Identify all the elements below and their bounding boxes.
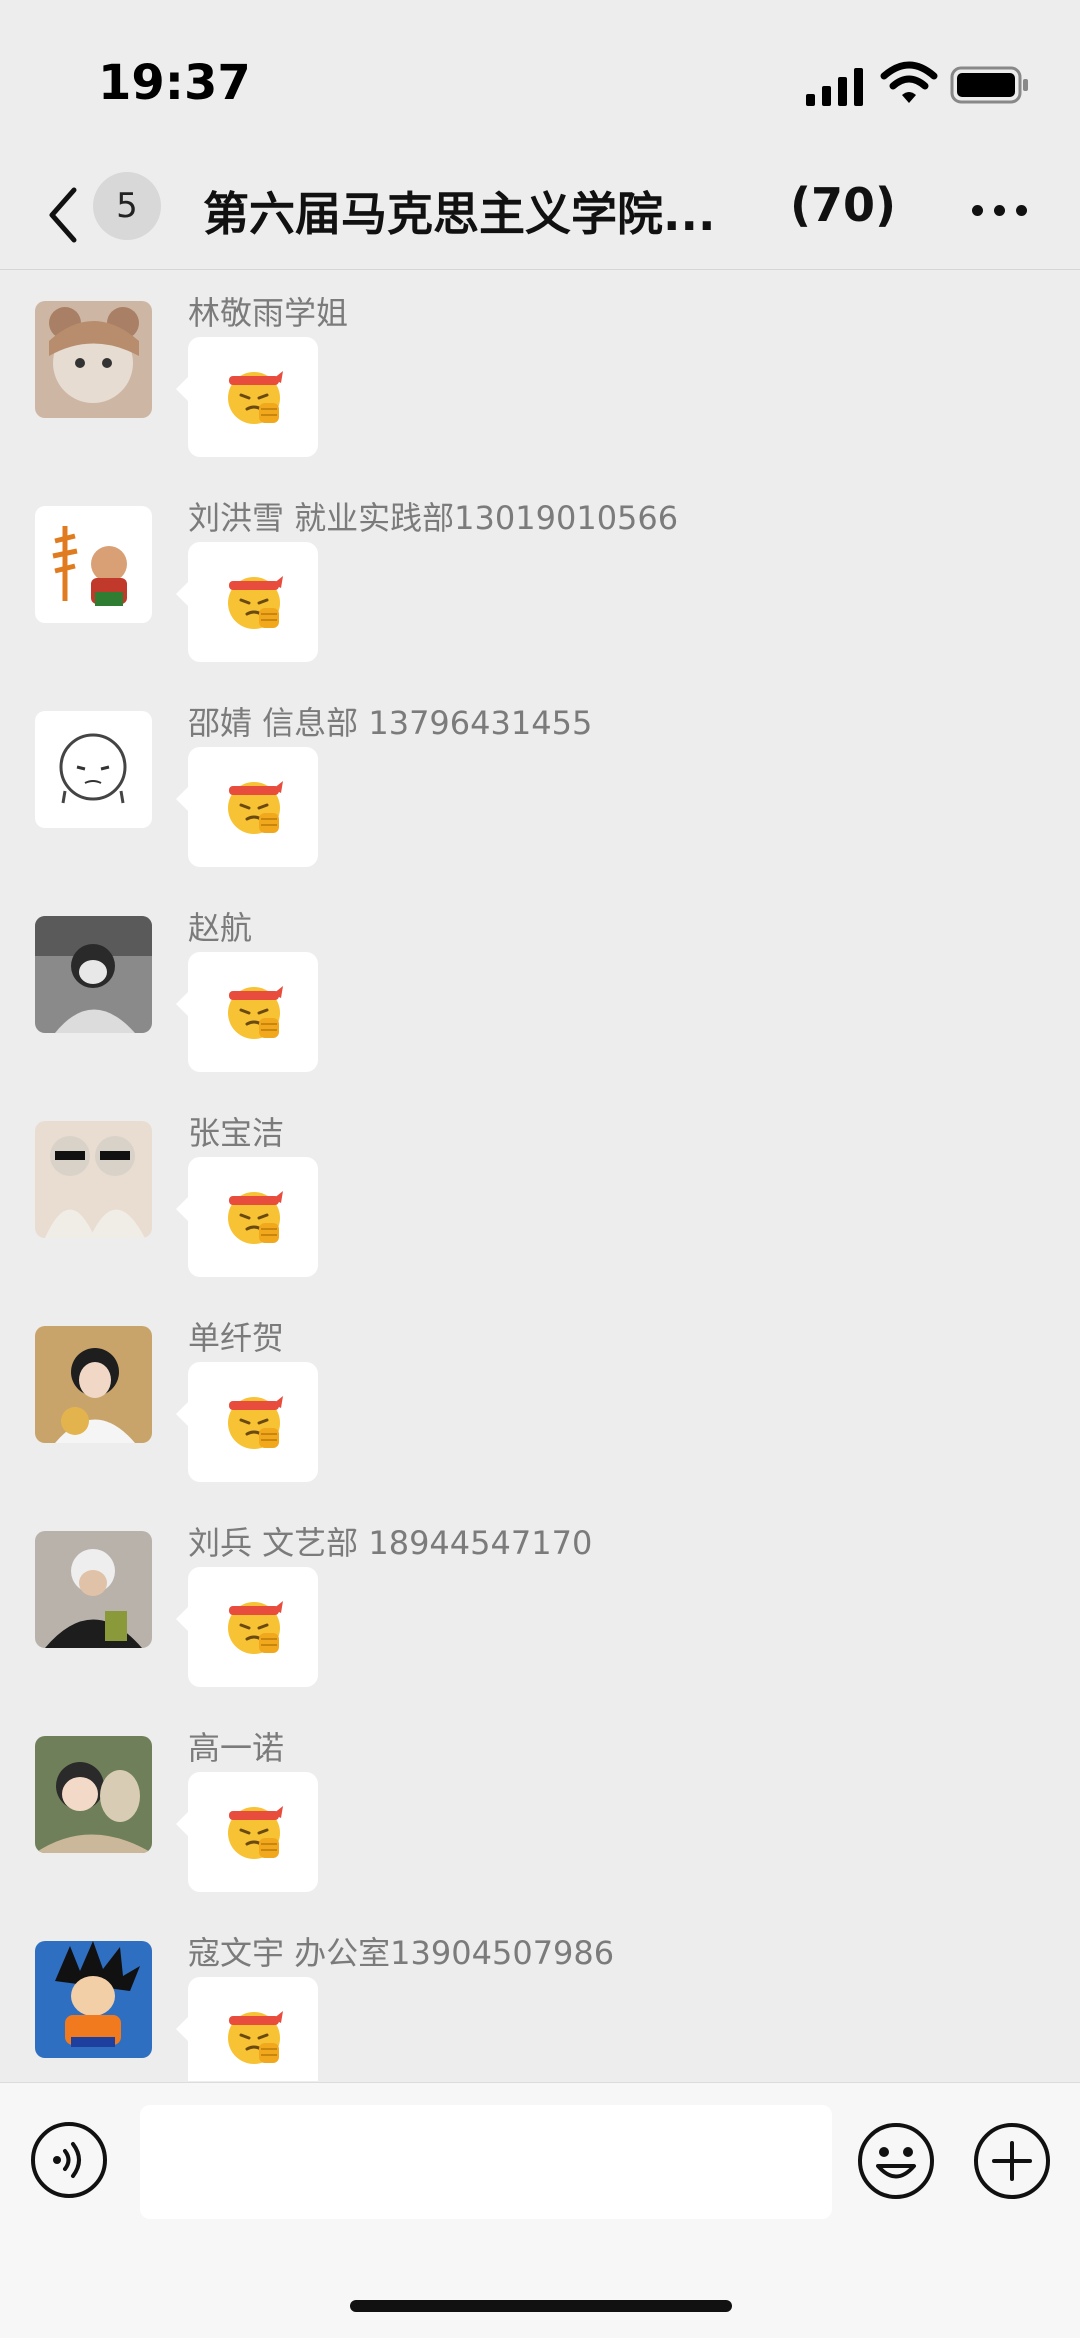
message-bubble[interactable]: [176, 747, 318, 867]
sender-name: 寇文宇 办公室13904507986: [188, 1934, 615, 1972]
avatar[interactable]: [35, 711, 152, 828]
message-bubble[interactable]: [176, 1772, 318, 1892]
home-indicator[interactable]: [350, 2300, 732, 2312]
message-item: 赵航: [0, 886, 1080, 1091]
message-bubble[interactable]: [176, 1362, 318, 1482]
avatar[interactable]: [35, 506, 152, 623]
message-item: 寇文宇 办公室13904507986: [0, 1911, 1080, 2081]
message-item: 张宝洁: [0, 1091, 1080, 1296]
fist-headband-emoji-icon: [228, 1191, 283, 1244]
more-button[interactable]: [970, 190, 1030, 230]
fist-headband-emoji-icon: [228, 781, 283, 834]
avatar[interactable]: [35, 1531, 152, 1648]
message-item: 单纤贺: [0, 1296, 1080, 1501]
sender-name: 刘洪雪 就业实践部13019010566: [188, 499, 679, 537]
member-count: (70): [790, 178, 897, 232]
unread-count-badge[interactable]: 5: [93, 172, 161, 240]
message-bubble[interactable]: [176, 337, 318, 457]
message-bubble[interactable]: [176, 952, 318, 1072]
fist-headband-emoji-icon: [228, 1806, 283, 1859]
fist-headband-emoji-icon: [228, 1396, 283, 1449]
avatar[interactable]: [35, 1121, 152, 1238]
more-dot: [994, 205, 1005, 216]
sender-name: 单纤贺: [188, 1319, 285, 1357]
sender-name: 张宝洁: [188, 1114, 285, 1152]
plus-icon[interactable]: [972, 2121, 1052, 2201]
fist-headband-emoji-icon: [228, 986, 283, 1039]
message-bubble[interactable]: [176, 1977, 318, 2081]
more-dot: [972, 205, 983, 216]
more-dot: [1016, 205, 1027, 216]
sender-name: 邵婧 信息部 13796431455: [188, 704, 593, 742]
avatar[interactable]: [35, 301, 152, 418]
fist-headband-emoji-icon: [228, 1601, 283, 1654]
sender-name: 赵航: [188, 909, 253, 947]
status-bar: 19:37: [0, 0, 1080, 160]
status-time: 19:37: [98, 55, 251, 111]
message-bubble[interactable]: [176, 1567, 318, 1687]
message-item: 高一诺: [0, 1706, 1080, 1911]
wifi-icon: [880, 61, 938, 103]
message-list[interactable]: 林敬雨学姐 刘洪雪 就业实践部13019010566 邵婧 信息部 137964…: [0, 271, 1080, 2081]
battery-icon: [950, 66, 1028, 104]
message-item: 刘兵 文艺部 18944547170: [0, 1501, 1080, 1706]
fist-headband-emoji-icon: [228, 576, 283, 629]
avatar[interactable]: [35, 916, 152, 1033]
message-item: 邵婧 信息部 13796431455: [0, 681, 1080, 886]
fist-headband-emoji-icon: [228, 371, 283, 424]
back-button[interactable]: [40, 180, 84, 250]
sender-name: 刘兵 文艺部 18944547170: [188, 1524, 593, 1562]
avatar[interactable]: [35, 1326, 152, 1443]
avatar[interactable]: [35, 1941, 152, 2058]
message-item: 刘洪雪 就业实践部13019010566: [0, 476, 1080, 681]
voice-icon[interactable]: [30, 2121, 108, 2199]
signal-icon: [806, 68, 863, 106]
chat-title[interactable]: 第六届马克思主义学院...: [203, 178, 763, 244]
emoji-icon[interactable]: [856, 2121, 936, 2201]
message-input[interactable]: [140, 2105, 832, 2219]
message-item: 林敬雨学姐: [0, 271, 1080, 476]
sender-name: 林敬雨学姐: [188, 294, 349, 332]
avatar[interactable]: [35, 1736, 152, 1853]
message-bubble[interactable]: [176, 542, 318, 662]
sender-name: 高一诺: [188, 1729, 285, 1767]
fist-headband-emoji-icon: [228, 2011, 283, 2064]
message-bubble[interactable]: [176, 1157, 318, 1277]
